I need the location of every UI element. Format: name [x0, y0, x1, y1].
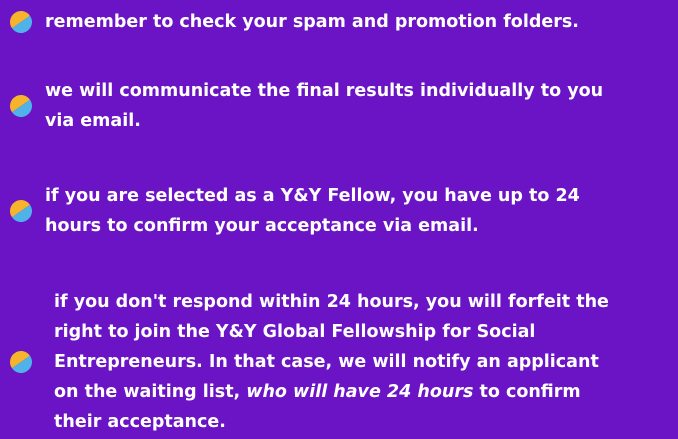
half-moon-bullet-icon [6, 196, 37, 227]
text-line: their acceptance. [54, 412, 226, 432]
list-item-text: if you don't respond within 24 hours, yo… [54, 287, 609, 437]
list-item: we will communicate the final results in… [10, 76, 672, 136]
text-line: remember to check your spam and promotio… [45, 12, 579, 32]
emphasized-text: who will have 24 hours [246, 382, 474, 402]
text-segment: on the waiting list, [54, 382, 247, 402]
list-item: if you don't respond within 24 hours, yo… [10, 287, 672, 437]
text-line: hours to confirm your acceptance via ema… [45, 216, 479, 236]
list-item-text: remember to check your spam and promotio… [45, 7, 579, 37]
text-line: if you don't respond within 24 hours, yo… [54, 292, 609, 312]
text-line: right to join the Y&Y Global Fellowship … [54, 322, 536, 342]
text-segment: to confirm [473, 382, 581, 402]
text-line: via email. [45, 111, 141, 131]
half-moon-bullet-icon [6, 7, 37, 38]
text-line: if you are selected as a Y&Y Fellow, you… [45, 186, 580, 206]
text-line: on the waiting list, who will have 24 ho… [54, 377, 609, 407]
list-item-text: if you are selected as a Y&Y Fellow, you… [45, 181, 580, 241]
list-item: if you are selected as a Y&Y Fellow, you… [10, 181, 672, 241]
list-item-text: we will communicate the final results in… [45, 76, 603, 136]
half-moon-bullet-icon [6, 347, 37, 378]
half-moon-bullet-icon [6, 91, 37, 122]
text-line: Entrepreneurs. In that case, we will not… [54, 352, 599, 372]
list-item: remember to check your spam and promotio… [10, 7, 672, 37]
text-line: we will communicate the final results in… [45, 81, 604, 101]
